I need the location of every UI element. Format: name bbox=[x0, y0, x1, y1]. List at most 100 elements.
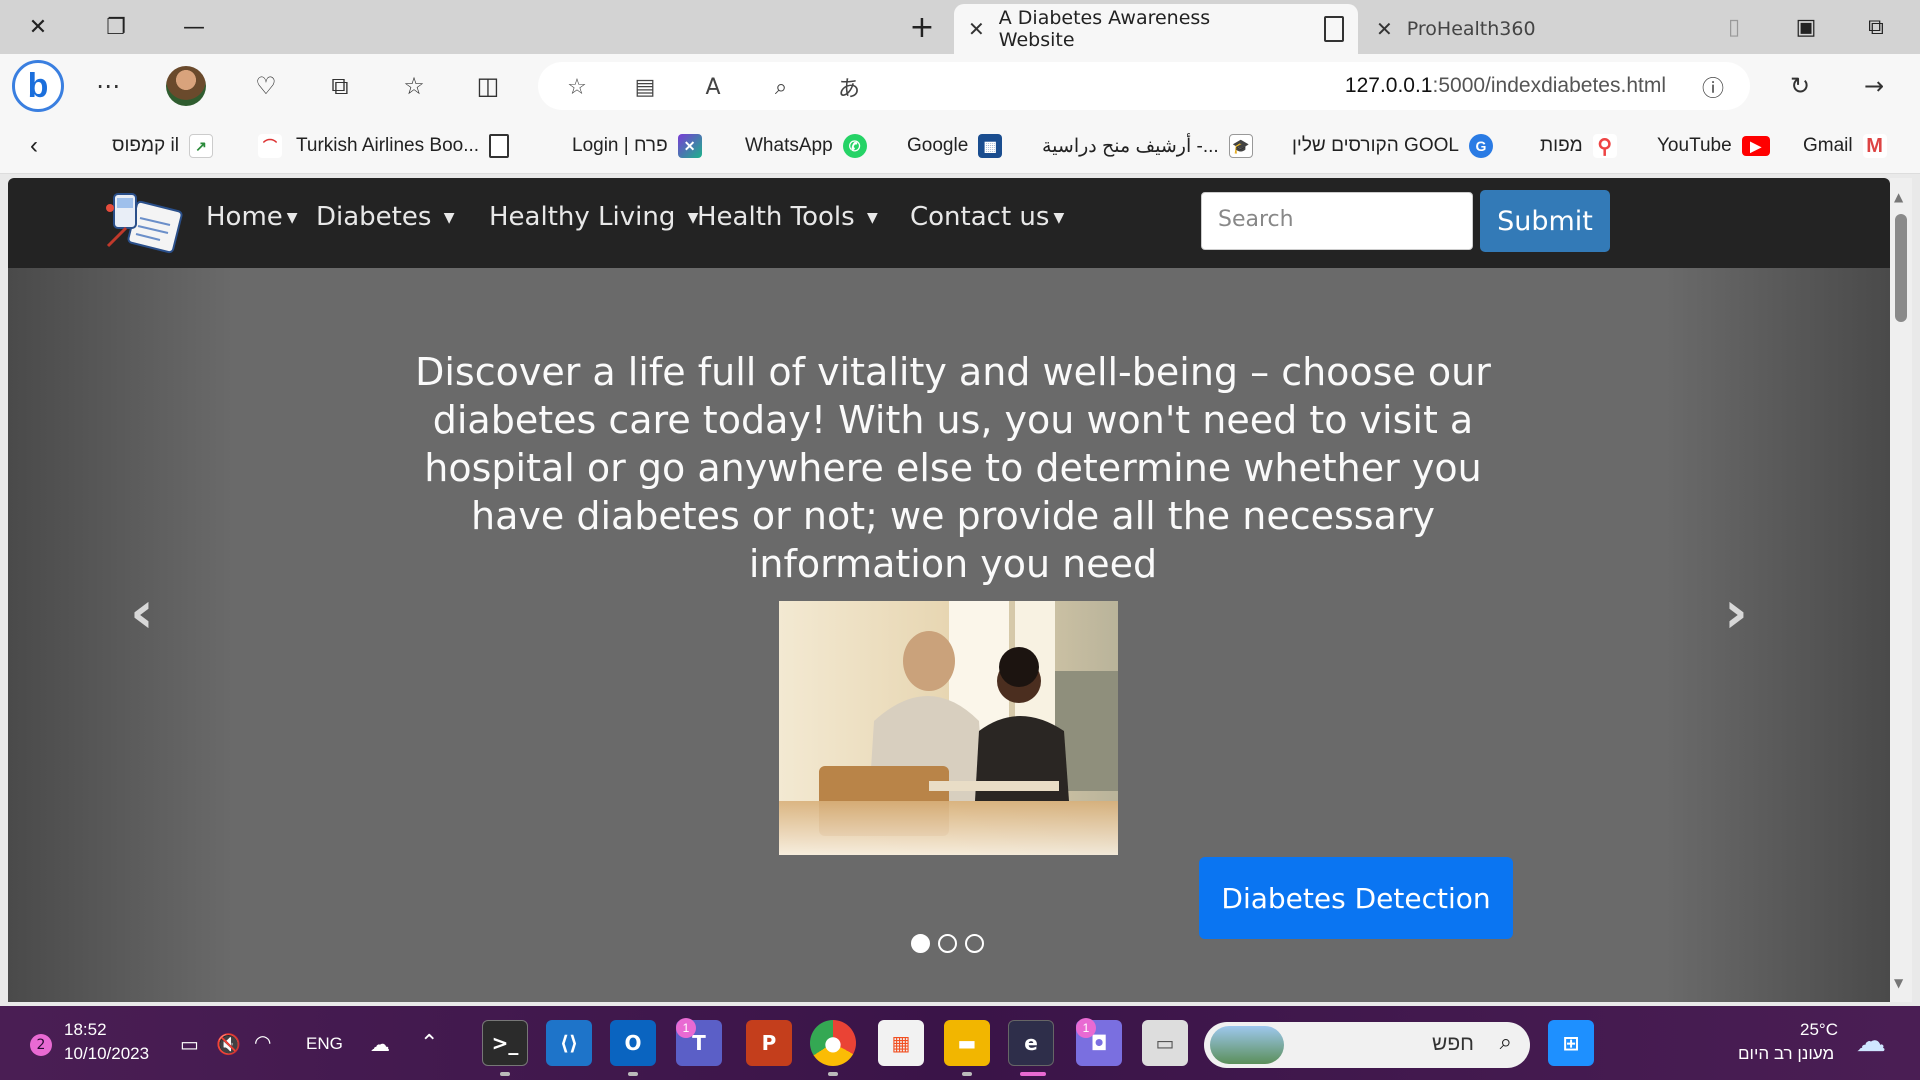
nav-contact-us[interactable]: Contact us ▼ bbox=[910, 202, 1064, 232]
terminal-icon[interactable]: >_ bbox=[482, 1020, 528, 1066]
nav-home[interactable]: Home ▼ bbox=[206, 202, 298, 232]
site-logo-icon[interactable] bbox=[102, 188, 188, 258]
battery-icon[interactable]: ▭ bbox=[180, 1032, 199, 1057]
nav-healthy-living[interactable]: Healthy Living ▼ bbox=[489, 202, 698, 232]
show-hidden-icons-icon[interactable]: ⌃ bbox=[420, 1030, 438, 1056]
google-site-icon: ▦ bbox=[978, 134, 1003, 158]
translate-icon[interactable]: あ bbox=[832, 70, 866, 104]
favorite-label: WhatsApp bbox=[745, 135, 833, 156]
carousel-indicator[interactable] bbox=[965, 934, 984, 953]
zoom-icon[interactable]: ⌕ bbox=[764, 70, 798, 104]
url-path: :5000/indexdiabetes.html bbox=[1432, 74, 1667, 97]
carousel-indicator[interactable] bbox=[911, 934, 930, 953]
gmail-icon: M bbox=[1862, 134, 1887, 158]
whatsapp-icon: ✆ bbox=[842, 134, 867, 158]
onedrive-warning-icon[interactable]: ☁ bbox=[370, 1032, 390, 1057]
favorite-gool[interactable]: הקורסים שלין GOOL G bbox=[1292, 132, 1493, 160]
nav-label: Contact us bbox=[910, 202, 1050, 232]
scrollbar-thumb[interactable] bbox=[1895, 214, 1907, 322]
app-running-indicator bbox=[628, 1072, 638, 1076]
carousel-next-arrow-icon[interactable]: › bbox=[1724, 578, 1748, 646]
favorite-campus-il[interactable]: קמפוס il ↗ bbox=[112, 132, 213, 160]
weather-temp[interactable]: 25°C bbox=[1800, 1020, 1838, 1040]
carousel-indicator[interactable] bbox=[938, 934, 957, 953]
favorite-login-perach[interactable]: Login | פרח ✕ bbox=[572, 132, 702, 160]
diabetes-detection-button[interactable]: Diabetes Detection bbox=[1199, 857, 1513, 939]
address-bar[interactable]: ☆ ▤ A ⌕ あ 127.0.0.1:5000/indexdiabetes.h… bbox=[538, 62, 1750, 110]
favorite-scholarship-archive[interactable]: أرشيف منح دراسية -... 🎓 bbox=[1042, 132, 1253, 160]
favorite-label: הקורסים שלין GOOL bbox=[1292, 135, 1459, 156]
refresh-icon[interactable]: ↻ bbox=[1780, 66, 1820, 106]
browser-essentials-icon[interactable]: ♡ bbox=[246, 66, 286, 106]
search-input[interactable]: Search bbox=[1201, 192, 1473, 250]
tab-title: ProHealth360 bbox=[1406, 18, 1536, 40]
add-favorite-icon[interactable]: ☆ bbox=[560, 70, 594, 104]
tab-diabetes-awareness[interactable]: ✕ A Diabetes Awareness Website bbox=[954, 4, 1358, 54]
maps-icon: ⚲ bbox=[1592, 134, 1617, 158]
campus-icon: ↗ bbox=[188, 134, 213, 158]
close-tab-icon[interactable]: ✕ bbox=[1376, 17, 1393, 41]
immersive-reader-icon[interactable]: ▤ bbox=[628, 70, 662, 104]
favorite-label: Gmail bbox=[1803, 135, 1853, 156]
minimize-window-icon[interactable]: — bbox=[174, 8, 214, 46]
chrome-icon[interactable]: ● bbox=[810, 1020, 856, 1066]
weather-desc[interactable]: מעונן רב היום bbox=[1738, 1044, 1834, 1064]
carousel-prev-arrow-icon[interactable]: ‹ bbox=[130, 578, 154, 646]
new-tab-button[interactable]: + bbox=[902, 8, 942, 46]
bing-copilot-icon[interactable]: b bbox=[12, 60, 64, 112]
language-indicator[interactable]: ENG bbox=[306, 1034, 343, 1054]
favorite-turkish-airlines[interactable]: ⌒ Turkish Airlines Boo... bbox=[258, 132, 510, 160]
favorites-icon[interactable]: ☆ bbox=[394, 66, 434, 106]
tab-title: A Diabetes Awareness Website bbox=[998, 7, 1211, 51]
notification-badge[interactable]: 2 bbox=[30, 1034, 52, 1056]
wifi-icon[interactable]: ◠ bbox=[254, 1030, 271, 1055]
forward-icon[interactable]: → bbox=[1854, 66, 1894, 106]
windows-start-icon[interactable]: ⊞ bbox=[1548, 1020, 1594, 1066]
volume-muted-icon[interactable]: 🔇 bbox=[216, 1032, 241, 1057]
favorite-google[interactable]: Google ▦ bbox=[907, 132, 1003, 160]
nav-health-tools[interactable]: Health Tools ▼ bbox=[697, 202, 878, 232]
taskbar-search-text: חפש bbox=[1432, 1032, 1474, 1055]
scroll-up-icon[interactable]: ▲ bbox=[1894, 190, 1903, 204]
taskbar-search[interactable]: חפש ⌕ bbox=[1204, 1022, 1530, 1068]
tab-prohealth360[interactable]: ✕ ProHealth360 bbox=[1362, 4, 1662, 54]
scroll-down-icon[interactable]: ▼ bbox=[1894, 976, 1903, 990]
read-aloud-icon[interactable]: A bbox=[696, 70, 730, 104]
more-options-icon[interactable]: ⋯ bbox=[88, 66, 128, 106]
favorites-scroll-left-icon[interactable]: ‹ bbox=[30, 132, 38, 160]
submit-button[interactable]: Submit bbox=[1480, 190, 1610, 252]
url-text: 127.0.0.1:5000/indexdiabetes.html bbox=[1345, 74, 1666, 98]
close-window-icon[interactable]: ✕ bbox=[18, 8, 58, 46]
favorite-label: מפות bbox=[1540, 135, 1583, 156]
caret-down-icon: ▼ bbox=[286, 209, 298, 226]
profile-avatar[interactable] bbox=[166, 66, 206, 106]
favorite-whatsapp[interactable]: WhatsApp ✆ bbox=[745, 132, 867, 160]
file-explorer-icon[interactable]: ▬ bbox=[944, 1020, 990, 1066]
outlook-icon[interactable]: O bbox=[610, 1020, 656, 1066]
edge-icon[interactable]: e bbox=[1008, 1020, 1054, 1066]
collections-icon[interactable]: ⧉ bbox=[320, 66, 360, 106]
favorite-maps[interactable]: מפות ⚲ bbox=[1540, 132, 1617, 160]
powerpoint-icon[interactable]: P bbox=[746, 1020, 792, 1066]
clock-date[interactable]: 10/10/2023 bbox=[64, 1044, 149, 1064]
favorite-label: Login | פרח bbox=[572, 135, 668, 156]
caret-down-icon: ▼ bbox=[443, 209, 455, 226]
close-tab-icon[interactable]: ✕ bbox=[968, 17, 985, 41]
page-scrollbar[interactable]: ▲ ▼ bbox=[1890, 178, 1912, 1002]
favorites-bar: ‹ קמפוס il ↗ ⌒ Turkish Airlines Boo... L… bbox=[0, 118, 1920, 174]
nav-label: Home bbox=[206, 202, 283, 232]
restore-window-icon[interactable]: ❐ bbox=[96, 8, 136, 46]
microsoft-store-icon[interactable]: ▦ bbox=[878, 1020, 924, 1066]
favorite-youtube[interactable]: YouTube ▶ bbox=[1657, 132, 1770, 160]
nav-diabetes[interactable]: Diabetes ▼ bbox=[316, 202, 454, 232]
workspaces-icon[interactable]: ⧉ bbox=[1856, 8, 1896, 46]
task-view-icon[interactable]: ▭ bbox=[1142, 1020, 1188, 1066]
split-screen-icon[interactable]: ◫ bbox=[468, 66, 508, 106]
clock-time[interactable]: 18:52 bbox=[64, 1020, 107, 1040]
weather-cloud-icon[interactable]: ☁ bbox=[1856, 1024, 1886, 1059]
vscode-icon[interactable]: ⟨⟩ bbox=[546, 1020, 592, 1066]
favorite-gmail[interactable]: Gmail M bbox=[1803, 132, 1887, 160]
site-info-icon[interactable]: ⓘ bbox=[1696, 70, 1730, 104]
browser-toolbar: b ⋯ ♡ ⧉ ☆ ◫ ☆ ▤ A ⌕ あ 127.0.0.1:5000/ind… bbox=[0, 54, 1920, 118]
tab-actions-icon[interactable]: ▣ bbox=[1786, 8, 1826, 46]
